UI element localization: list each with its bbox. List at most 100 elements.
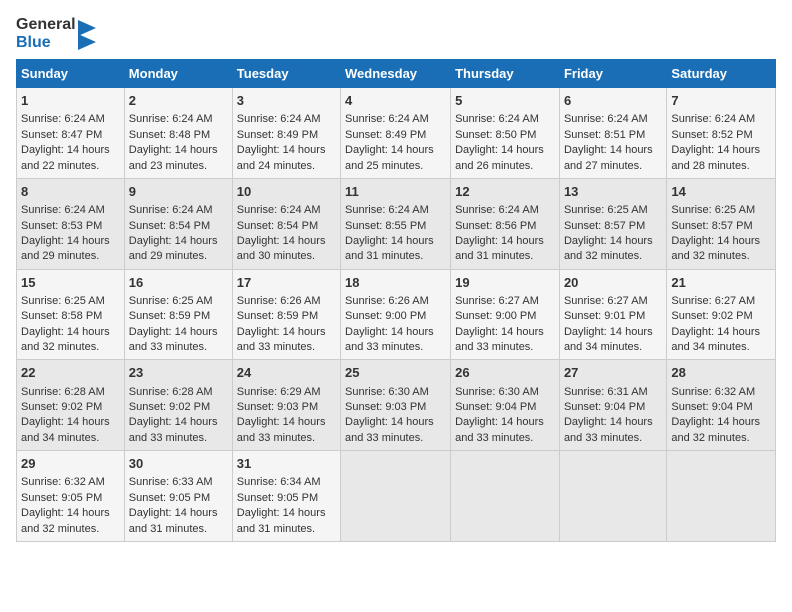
sunrise-text: Sunrise: 6:29 AM	[237, 385, 336, 400]
calendar-cell: 10Sunrise: 6:24 AMSunset: 8:54 PMDayligh…	[232, 178, 340, 269]
calendar-cell: 15Sunrise: 6:25 AMSunset: 8:58 PMDayligh…	[17, 269, 125, 360]
day-number: 8	[21, 183, 120, 201]
day-number: 11	[345, 183, 446, 201]
logo-area: General Blue	[16, 16, 96, 51]
sunrise-text: Sunrise: 6:27 AM	[671, 294, 771, 309]
daylight-text: Daylight: 14 hours and 33 minutes.	[237, 325, 336, 356]
daylight-text: Daylight: 14 hours and 32 minutes.	[21, 506, 120, 537]
day-number: 6	[564, 92, 662, 110]
calendar-cell: 17Sunrise: 6:26 AMSunset: 8:59 PMDayligh…	[232, 269, 340, 360]
day-number: 4	[345, 92, 446, 110]
daylight-text: Daylight: 14 hours and 33 minutes.	[237, 415, 336, 446]
sunrise-text: Sunrise: 6:24 AM	[564, 112, 662, 127]
sunset-text: Sunset: 9:00 PM	[455, 309, 555, 324]
sunset-text: Sunset: 9:02 PM	[129, 400, 228, 415]
sunrise-text: Sunrise: 6:27 AM	[564, 294, 662, 309]
day-number: 7	[671, 92, 771, 110]
calendar-cell: 3Sunrise: 6:24 AMSunset: 8:49 PMDaylight…	[232, 88, 340, 179]
logo-text-block: General Blue	[16, 16, 76, 51]
sunrise-text: Sunrise: 6:24 AM	[671, 112, 771, 127]
day-number: 24	[237, 364, 336, 382]
day-number: 13	[564, 183, 662, 201]
daylight-text: Daylight: 14 hours and 27 minutes.	[564, 143, 662, 174]
daylight-text: Daylight: 14 hours and 31 minutes.	[455, 234, 555, 265]
sunrise-text: Sunrise: 6:25 AM	[21, 294, 120, 309]
sunrise-text: Sunrise: 6:24 AM	[455, 203, 555, 218]
sunset-text: Sunset: 9:05 PM	[237, 491, 336, 506]
calendar-cell: 5Sunrise: 6:24 AMSunset: 8:50 PMDaylight…	[451, 88, 560, 179]
daylight-text: Daylight: 14 hours and 29 minutes.	[21, 234, 120, 265]
sunset-text: Sunset: 9:01 PM	[564, 309, 662, 324]
sunset-text: Sunset: 8:47 PM	[21, 128, 120, 143]
daylight-text: Daylight: 14 hours and 28 minutes.	[671, 143, 771, 174]
sunset-text: Sunset: 8:54 PM	[237, 219, 336, 234]
day-number: 12	[455, 183, 555, 201]
sunrise-text: Sunrise: 6:24 AM	[237, 112, 336, 127]
day-number: 22	[21, 364, 120, 382]
sunset-text: Sunset: 9:05 PM	[129, 491, 228, 506]
day-number: 16	[129, 274, 228, 292]
day-number: 31	[237, 455, 336, 473]
day-number: 19	[455, 274, 555, 292]
sunset-text: Sunset: 9:02 PM	[21, 400, 120, 415]
weekday-header-tuesday: Tuesday	[232, 60, 340, 88]
calendar-cell: 14Sunrise: 6:25 AMSunset: 8:57 PMDayligh…	[667, 178, 776, 269]
day-number: 9	[129, 183, 228, 201]
daylight-text: Daylight: 14 hours and 33 minutes.	[455, 325, 555, 356]
sunrise-text: Sunrise: 6:26 AM	[345, 294, 446, 309]
daylight-text: Daylight: 14 hours and 34 minutes.	[564, 325, 662, 356]
calendar-cell	[667, 451, 776, 542]
sunset-text: Sunset: 9:02 PM	[671, 309, 771, 324]
sunset-text: Sunset: 8:59 PM	[237, 309, 336, 324]
day-number: 30	[129, 455, 228, 473]
sunset-text: Sunset: 8:54 PM	[129, 219, 228, 234]
daylight-text: Daylight: 14 hours and 33 minutes.	[345, 325, 446, 356]
sunset-text: Sunset: 9:04 PM	[671, 400, 771, 415]
sunset-text: Sunset: 8:52 PM	[671, 128, 771, 143]
sunset-text: Sunset: 9:04 PM	[455, 400, 555, 415]
day-number: 1	[21, 92, 120, 110]
sunrise-text: Sunrise: 6:34 AM	[237, 475, 336, 490]
sunrise-text: Sunrise: 6:25 AM	[564, 203, 662, 218]
daylight-text: Daylight: 14 hours and 22 minutes.	[21, 143, 120, 174]
weekday-header-thursday: Thursday	[451, 60, 560, 88]
daylight-text: Daylight: 14 hours and 33 minutes.	[129, 415, 228, 446]
sunrise-text: Sunrise: 6:24 AM	[237, 203, 336, 218]
daylight-text: Daylight: 14 hours and 33 minutes.	[564, 415, 662, 446]
calendar-cell: 2Sunrise: 6:24 AMSunset: 8:48 PMDaylight…	[124, 88, 232, 179]
calendar-cell: 27Sunrise: 6:31 AMSunset: 9:04 PMDayligh…	[559, 360, 666, 451]
day-number: 25	[345, 364, 446, 382]
sunrise-text: Sunrise: 6:24 AM	[129, 203, 228, 218]
day-number: 27	[564, 364, 662, 382]
day-number: 14	[671, 183, 771, 201]
sunrise-text: Sunrise: 6:24 AM	[129, 112, 228, 127]
logo-general: General	[16, 16, 76, 34]
sunset-text: Sunset: 8:58 PM	[21, 309, 120, 324]
daylight-text: Daylight: 14 hours and 25 minutes.	[345, 143, 446, 174]
day-number: 23	[129, 364, 228, 382]
calendar-cell: 4Sunrise: 6:24 AMSunset: 8:49 PMDaylight…	[341, 88, 451, 179]
calendar-cell: 23Sunrise: 6:28 AMSunset: 9:02 PMDayligh…	[124, 360, 232, 451]
calendar-cell: 19Sunrise: 6:27 AMSunset: 9:00 PMDayligh…	[451, 269, 560, 360]
weekday-header-monday: Monday	[124, 60, 232, 88]
calendar-cell: 20Sunrise: 6:27 AMSunset: 9:01 PMDayligh…	[559, 269, 666, 360]
sunset-text: Sunset: 8:57 PM	[671, 219, 771, 234]
sunset-text: Sunset: 8:56 PM	[455, 219, 555, 234]
daylight-text: Daylight: 14 hours and 32 minutes.	[564, 234, 662, 265]
calendar-cell: 29Sunrise: 6:32 AMSunset: 9:05 PMDayligh…	[17, 451, 125, 542]
calendar-cell: 26Sunrise: 6:30 AMSunset: 9:04 PMDayligh…	[451, 360, 560, 451]
sunrise-text: Sunrise: 6:25 AM	[129, 294, 228, 309]
sunrise-text: Sunrise: 6:30 AM	[455, 385, 555, 400]
sunrise-text: Sunrise: 6:32 AM	[671, 385, 771, 400]
daylight-text: Daylight: 14 hours and 24 minutes.	[237, 143, 336, 174]
weekday-header-wednesday: Wednesday	[341, 60, 451, 88]
calendar-table: SundayMondayTuesdayWednesdayThursdayFrid…	[16, 59, 776, 542]
sunset-text: Sunset: 8:55 PM	[345, 219, 446, 234]
sunset-text: Sunset: 8:59 PM	[129, 309, 228, 324]
calendar-week-row: 22Sunrise: 6:28 AMSunset: 9:02 PMDayligh…	[17, 360, 776, 451]
sunrise-text: Sunrise: 6:31 AM	[564, 385, 662, 400]
calendar-cell: 25Sunrise: 6:30 AMSunset: 9:03 PMDayligh…	[341, 360, 451, 451]
day-number: 2	[129, 92, 228, 110]
daylight-text: Daylight: 14 hours and 32 minutes.	[671, 415, 771, 446]
daylight-text: Daylight: 14 hours and 23 minutes.	[129, 143, 228, 174]
